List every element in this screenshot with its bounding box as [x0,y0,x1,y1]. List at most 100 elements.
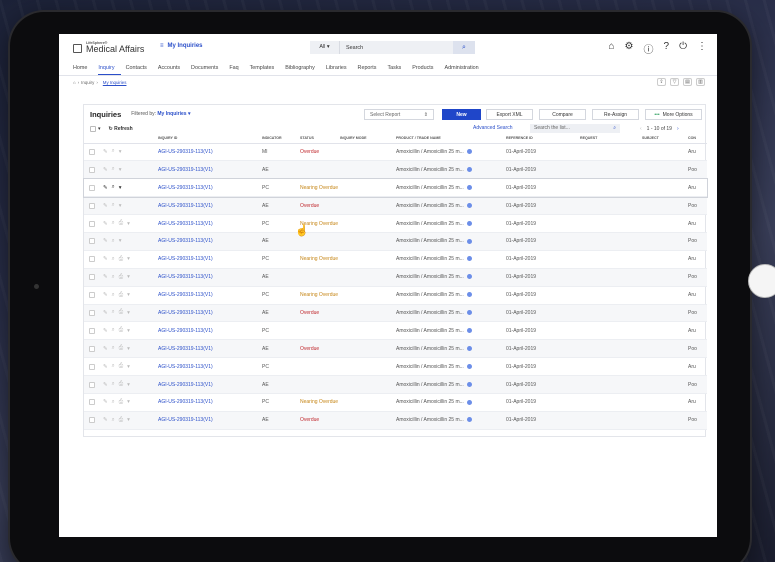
column-header[interactable]: STATUS [298,134,338,144]
info-icon[interactable] [466,310,472,316]
gear-icon[interactable]: ⚙ [625,41,634,56]
row-checkbox[interactable] [89,381,95,388]
nav-templates[interactable]: Templates [250,62,281,75]
table-row[interactable]: ✎ ⌕ ⎙ ▾ AGI-US-290319-113(V1) PC Amoxicillin /… [84,321,707,341]
row-checkbox[interactable] [89,202,95,209]
table-row[interactable]: ✎ ⌕ ⎙ ▾ AGI-US-290319-113(V1) AE Overdue Amoxic… [84,339,707,359]
columns-icon[interactable]: ▥ [696,78,705,86]
column-header[interactable]: REFERENCE ID [504,134,578,144]
inquiry-id-link[interactable]: AGI-US-290319-113(V1) [156,143,260,162]
search-icon[interactable]: ⌕ [112,417,115,424]
chevron-down-icon[interactable]: ▾ [119,167,122,173]
table-row[interactable]: ✎ ⌕ ▾ AGI-US-290319-113(V1) MI Overdue Amoxici… [84,143,707,162]
chevron-down-icon[interactable]: ▾ [127,417,130,423]
inquiry-id-link[interactable]: AGI-US-290319-113(V1) [156,411,260,430]
print-icon[interactable]: ⎙ [119,381,123,388]
column-header[interactable]: SUBJECT [640,134,686,144]
search-icon[interactable]: ⌕ [112,309,115,316]
table-row[interactable]: ✎ ⌕ ▾ AGI-US-290319-113(V1) AE Amoxicillin / … [84,232,707,251]
edit-icon[interactable]: ✎ [103,399,108,405]
inquiry-id-link[interactable]: AGI-US-290319-113(V1) [156,250,260,269]
edit-icon[interactable]: ✎ [103,167,108,173]
info-icon[interactable] [466,363,472,369]
power-icon[interactable]: ⏻ [679,41,687,56]
edit-icon[interactable]: ✎ [103,346,108,352]
row-checkbox[interactable] [89,345,95,352]
tablet-home-button[interactable] [748,264,775,298]
column-header[interactable]: PRODUCT / TRADE NAME [394,134,504,144]
chevron-down-icon[interactable]: ▾ [127,292,130,298]
home-icon[interactable]: ⌂ [609,41,615,56]
edit-icon[interactable]: ✎ [103,274,108,280]
inquiry-id-link[interactable]: AGI-US-290319-113(V1) [156,232,260,251]
edit-icon[interactable]: ✎ [103,203,108,209]
table-row[interactable]: ✎ ⌕ ⎙ ▾ AGI-US-290319-113(V1) PC Nearing Overd… [84,286,707,305]
print-icon[interactable]: ⎙ [119,327,123,334]
print-icon[interactable]: ⎙ [119,363,123,370]
search-icon[interactable]: ⌕ [613,124,616,133]
row-checkbox[interactable] [89,292,95,299]
inquiry-id-link[interactable]: AGI-US-290319-113(V1) [156,196,260,216]
row-checkbox[interactable] [89,309,95,316]
info-icon[interactable] [466,292,472,298]
table-row[interactable]: ✎ ⌕ ▾ AGI-US-290319-113(V1) AE Amoxicillin / … [84,160,707,180]
info-icon[interactable] [466,274,472,280]
compare-button[interactable]: Compare [539,109,586,120]
filter-icon[interactable]: ▽ [670,78,679,86]
nav-products[interactable]: Products [412,62,439,75]
table-row[interactable]: ✎ ⌕ ⎙ ▾ AGI-US-290319-113(V1) AE Overdue Amoxic… [84,411,707,430]
info-icon[interactable] [466,256,472,262]
next-page-icon[interactable]: › [677,126,679,132]
search-icon[interactable]: ⌕ [112,256,115,263]
search-icon[interactable]: ⌕ [112,184,115,191]
nav-documents[interactable]: Documents [191,62,224,75]
print-icon[interactable]: ⎙ [119,309,123,316]
search-icon[interactable]: ⌕ [112,292,115,299]
column-header[interactable]: INQUIRY ID [156,134,260,144]
print-icon[interactable]: ⎙ [119,220,123,227]
nav-home[interactable]: Home [73,62,93,75]
breadcrumb-current[interactable]: My Inquiries [103,80,127,85]
column-header[interactable]: REQUEST [578,134,640,144]
inquiry-id-link[interactable]: AGI-US-290319-113(V1) [156,286,260,305]
row-checkbox[interactable] [89,363,95,370]
column-header[interactable]: INDICATOR [260,134,298,144]
filter-value[interactable]: My Inquiries ▾ [157,111,190,117]
search-scope-dropdown[interactable]: All ▾ [310,41,340,54]
inquiry-id-link[interactable]: AGI-US-290319-113(V1) [156,393,260,412]
chevron-down-icon[interactable]: ▾ [127,221,130,227]
row-checkbox[interactable] [89,399,95,406]
advanced-search-link[interactable]: Advanced Search [473,125,512,131]
export-xml-button[interactable]: Export XML [486,109,533,120]
chevron-down-icon[interactable]: ▾ [127,364,130,370]
nav-tasks[interactable]: Tasks [387,62,407,75]
search-icon[interactable]: ⌕ [112,345,115,352]
print-icon[interactable]: ⎙ [119,417,123,424]
chevron-down-icon[interactable]: ▾ [127,310,130,316]
row-checkbox[interactable] [89,274,95,281]
chevron-down-icon[interactable]: ▾ [127,274,130,280]
info-icon[interactable] [466,149,472,155]
chevron-down-icon[interactable]: ▾ [98,126,101,132]
info-icon[interactable] [466,381,472,387]
edit-icon[interactable]: ✎ [103,238,108,244]
table-row[interactable]: ✎ ⌕ ⎙ ▾ AGI-US-290319-113(V1) PC Amoxicillin /… [84,357,707,377]
print-icon[interactable]: ⎙ [119,345,123,352]
row-checkbox[interactable] [89,184,95,191]
row-checkbox[interactable] [89,256,95,263]
nav-reports[interactable]: Reports [358,62,383,75]
info-icon[interactable] [466,399,472,405]
info-icon[interactable] [466,220,472,226]
column-header[interactable]: CON [686,134,707,144]
print-icon[interactable]: ⎙ [119,399,123,406]
row-checkbox[interactable] [89,238,95,245]
inquiry-id-link[interactable]: AGI-US-290319-113(V1) [156,178,260,198]
search-icon[interactable]: ⌕ [112,274,115,281]
document-icon[interactable]: ▤ [683,78,692,86]
print-icon[interactable]: ⎙ [119,256,123,263]
print-icon[interactable]: ⎙ [119,274,123,281]
search-icon[interactable]: ⌕ [112,202,115,209]
search-input[interactable]: Search [340,45,453,51]
chevron-down-icon[interactable]: ▾ [127,346,130,352]
info-icon[interactable] [466,238,472,244]
